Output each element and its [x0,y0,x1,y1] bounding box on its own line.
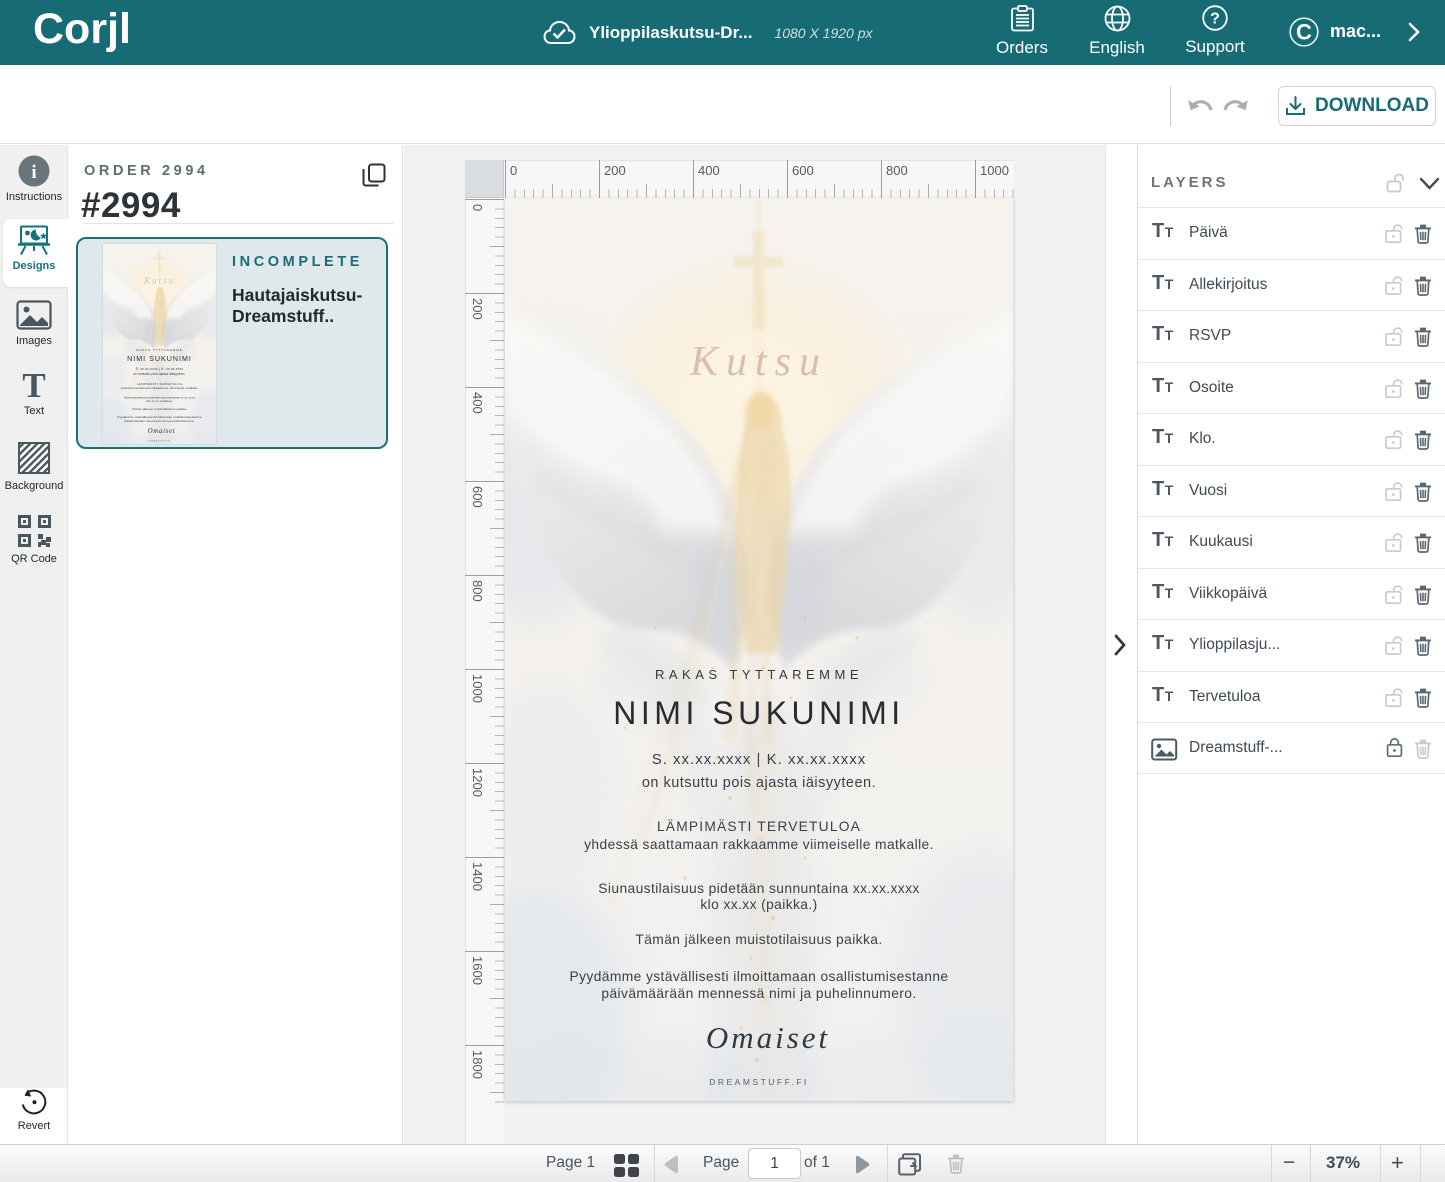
svg-text:C: C [1296,20,1312,45]
svg-text:i: i [31,162,36,183]
svg-text:?: ? [1210,11,1220,28]
